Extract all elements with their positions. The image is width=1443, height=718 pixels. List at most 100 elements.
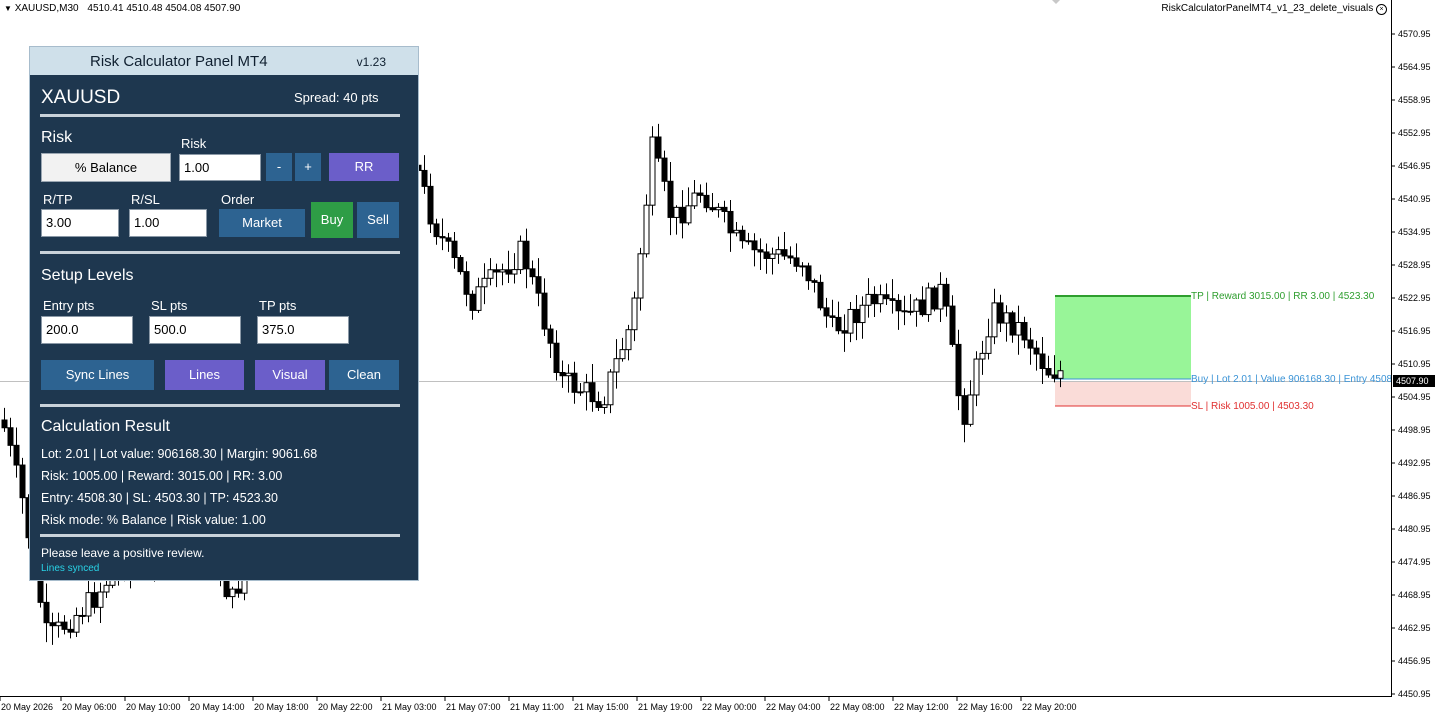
price-tick-label: 4486.95 xyxy=(1398,491,1431,501)
lines-button[interactable]: Lines xyxy=(165,360,244,390)
candle-body xyxy=(913,299,920,312)
candle-body xyxy=(883,294,890,300)
time-tick-label: 20 May 14:00 xyxy=(190,702,245,712)
candle-body xyxy=(517,240,524,271)
candle-body xyxy=(493,269,500,273)
entry-level-label: Buy | Lot 2.01 | Value 906168.30 | Entry… xyxy=(1191,374,1391,385)
candle-body xyxy=(619,349,626,360)
candle-body xyxy=(847,308,854,334)
time-tick-label: 22 May 00:00 xyxy=(702,702,757,712)
result-line-risk: Risk: 1005.00 | Reward: 3015.00 | RR: 3.… xyxy=(41,469,283,483)
time-tick-label: 22 May 08:00 xyxy=(830,702,885,712)
candle-body xyxy=(895,299,902,312)
candle-body xyxy=(757,249,764,253)
risk-section-title: Risk xyxy=(41,129,73,146)
candle-body xyxy=(73,614,80,633)
candle-body xyxy=(61,621,68,630)
time-axis: 20 May 2026 20 May 06:00 20 May 10:00 20 Ma… xyxy=(0,697,1077,712)
candle-body xyxy=(469,293,476,311)
candle-body xyxy=(457,257,464,273)
candle-body xyxy=(679,206,686,224)
candle-body xyxy=(463,271,470,295)
price-tick-label: 4492.95 xyxy=(1398,458,1431,468)
price-tick-label: 4462.95 xyxy=(1398,623,1431,633)
candle-body xyxy=(769,253,776,259)
candle-body xyxy=(979,352,986,360)
buy-button[interactable]: Buy xyxy=(311,202,353,238)
clean-button[interactable]: Clean xyxy=(329,360,399,390)
candle-body xyxy=(19,464,26,499)
candle-body xyxy=(601,404,608,408)
price-tick-label: 4558.95 xyxy=(1398,95,1431,105)
candle-body xyxy=(427,185,434,225)
time-tick-label: 20 May 06:00 xyxy=(62,702,117,712)
ohlc-values: 4510.41 4510.48 4504.08 4507.90 xyxy=(87,3,241,14)
tp-pts-input[interactable]: 375.0 xyxy=(257,316,349,344)
candle-body xyxy=(937,283,944,310)
candle-body xyxy=(859,304,866,324)
risk-calculator-panel: Risk Calculator Panel MT4 v1.23 XAUUSD S… xyxy=(29,46,419,581)
dropdown-triangle-icon[interactable]: ▼ xyxy=(4,4,12,13)
candle-body xyxy=(559,372,566,377)
candle-body xyxy=(721,206,728,212)
candle-body xyxy=(817,281,824,309)
time-tick-label: 21 May 07:00 xyxy=(446,702,501,712)
price-tick-label: 4570.95 xyxy=(1398,29,1431,39)
setup-section-title: Setup Levels xyxy=(41,267,134,284)
candle-body xyxy=(751,240,758,251)
rtp-input[interactable]: 3.00 xyxy=(41,209,119,237)
candle-body xyxy=(697,192,704,196)
candle-body xyxy=(541,292,548,330)
time-tick-label: 21 May 19:00 xyxy=(638,702,693,712)
candle-body xyxy=(991,302,998,338)
visual-button[interactable]: Visual xyxy=(255,360,325,390)
candle-body xyxy=(7,427,14,446)
indicator-name: RiskCalculatorPanelMT4_v1_23_delete_visu… xyxy=(1161,3,1374,14)
candle-body xyxy=(805,265,812,282)
risk-plus-button[interactable]: + xyxy=(295,153,321,181)
candle-body xyxy=(613,358,620,373)
candle-body xyxy=(595,401,602,408)
result-line-mode: Risk mode: % Balance | Risk value: 1.00 xyxy=(41,513,266,527)
divider xyxy=(40,404,400,407)
candle-body xyxy=(919,299,926,316)
candle-body xyxy=(973,358,980,396)
candle-body xyxy=(433,223,440,238)
candle-body xyxy=(631,297,638,331)
sl-pts-label: SL pts xyxy=(151,298,188,313)
tp-pts-label: TP pts xyxy=(259,298,297,313)
rr-button[interactable]: RR xyxy=(329,153,399,181)
time-tick-label: 21 May 03:00 xyxy=(382,702,437,712)
candle-body xyxy=(931,287,938,310)
time-tick-label: 22 May 04:00 xyxy=(766,702,821,712)
price-tick-label: 4516.95 xyxy=(1398,326,1431,336)
candle-body xyxy=(985,336,992,354)
candle-body xyxy=(505,269,512,275)
risk-mode-button[interactable]: % Balance xyxy=(41,153,171,182)
order-type-button[interactable]: Market xyxy=(219,209,305,237)
panel-titlebar[interactable]: Risk Calculator Panel MT4 v1.23 xyxy=(30,47,418,75)
price-tick-label: 4498.95 xyxy=(1398,425,1431,435)
candle-body xyxy=(637,253,644,299)
close-circle-icon[interactable]: × xyxy=(1376,4,1387,15)
price-tick-label: 4510.95 xyxy=(1398,359,1431,369)
risk-input[interactable]: 1.00 xyxy=(179,154,261,181)
candle-body xyxy=(901,310,908,313)
candle-body xyxy=(499,269,506,273)
candle-body xyxy=(793,257,800,267)
symbol-header: ▼ XAUUSD,M30 4510.41 4510.48 4504.08 450… xyxy=(4,3,240,14)
risk-minus-button[interactable]: - xyxy=(266,153,292,181)
sl-pts-input[interactable]: 500.0 xyxy=(149,316,241,344)
candle-body xyxy=(1039,353,1046,370)
candle-body xyxy=(13,444,20,466)
candle-body xyxy=(475,286,482,311)
rsl-input[interactable]: 1.00 xyxy=(129,209,207,237)
divider xyxy=(40,114,400,117)
candle-body xyxy=(871,293,878,305)
candle-body xyxy=(691,192,698,207)
entry-pts-input[interactable]: 200.0 xyxy=(41,316,133,344)
rtp-label: R/TP xyxy=(43,192,73,207)
sell-button[interactable]: Sell xyxy=(357,202,399,238)
divider xyxy=(40,534,400,537)
sync-lines-button[interactable]: Sync Lines xyxy=(41,360,154,390)
